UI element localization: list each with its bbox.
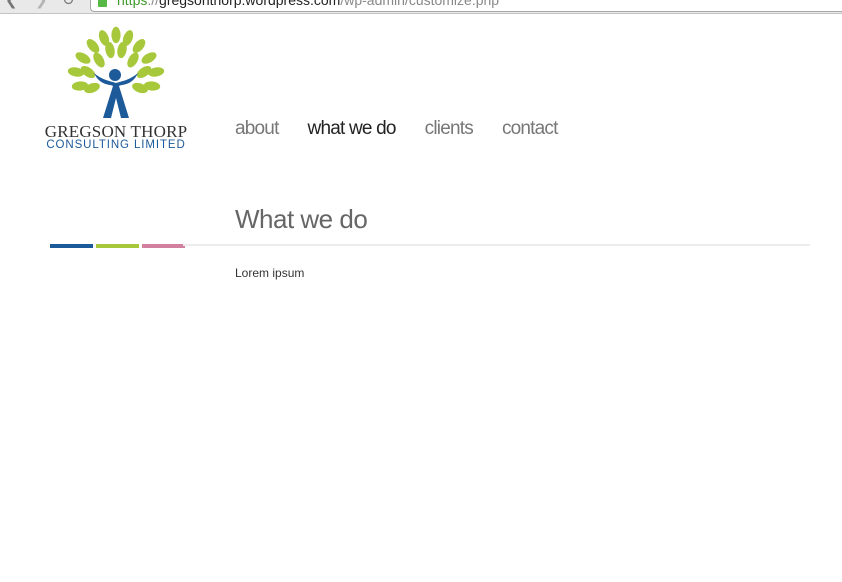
leaf-icon [75, 52, 91, 64]
accent-bar-pink [142, 244, 185, 248]
leaf-icon [93, 52, 105, 68]
accent-bar-green [96, 244, 139, 248]
tree-logo-icon [67, 26, 165, 118]
site-logo[interactable]: GREGSON THORP CONSULTING LIMITED [36, 26, 196, 154]
leaf-icon [111, 26, 121, 44]
nav-item-what-we-do[interactable]: what we do [308, 118, 397, 140]
forward-arrow-icon[interactable]: ❯ [35, 0, 48, 8]
leaf-icon [127, 52, 139, 68]
url-host: gregsonthorp.wordpress.com [159, 0, 341, 8]
nav-item-clients[interactable]: clients [425, 118, 474, 140]
url-scheme: https [117, 0, 148, 8]
reload-icon[interactable]: ↻ [62, 0, 75, 8]
leaf-icon [86, 39, 100, 53]
address-bar[interactable]: https://gregsonthorp.wordpress.com/wp-ad… [90, 0, 842, 12]
browser-toolbar: ❮ ❯ ↻ https://gregsonthorp.wordpress.com… [0, 0, 842, 14]
nav-item-contact[interactable]: contact [502, 118, 558, 140]
url-path: /wp-admin/customize.php [340, 0, 500, 8]
main-navigation: about what we do clients contact [235, 118, 587, 140]
page-title: What we do [235, 204, 368, 234]
leaf-icon [132, 39, 146, 53]
title-divider [183, 244, 810, 246]
page-content: Lorem ipsum [235, 266, 305, 280]
lock-icon [98, 0, 107, 7]
accent-bar-blue [50, 244, 93, 248]
leaf-icon [141, 52, 157, 64]
accent-color-bar [50, 244, 188, 248]
nav-item-about[interactable]: about [235, 118, 279, 140]
back-arrow-icon[interactable]: ❮ [5, 0, 18, 8]
person-figure-icon [94, 69, 138, 118]
url-text: https://gregsonthorp.wordpress.com/wp-ad… [117, 0, 499, 8]
logo-company-subtitle: CONSULTING LIMITED [46, 139, 186, 151]
url-separator: :// [147, 0, 160, 8]
